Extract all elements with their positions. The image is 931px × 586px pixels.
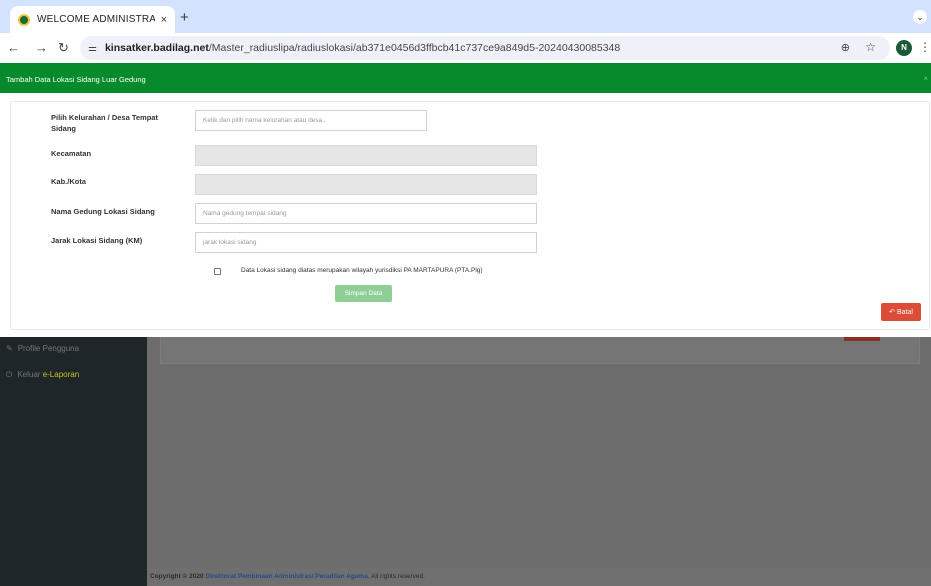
- label-jarak: Jarak Lokasi Sidang (KM): [51, 236, 143, 245]
- profile-avatar[interactable]: N: [896, 40, 912, 56]
- sidebar-item-label: Profile Pengguna: [17, 344, 80, 353]
- tab-search-chevron-icon[interactable]: ⌄: [913, 10, 927, 24]
- kecamatan-field: [195, 145, 537, 166]
- forward-arrow-icon[interactable]: →: [35, 40, 48, 55]
- tab-title: WELCOME ADMINISTRATOR: [37, 14, 155, 25]
- url-host: kinsatker.badilag.net: [104, 42, 209, 54]
- label-kecamatan: Kecamatan: [51, 149, 92, 158]
- modal-title: Tambah Data Lokasi Sidang Luar Gedung: [6, 75, 146, 84]
- footer-org-link[interactable]: Direktorat Pembinaan Administrasi Peradi…: [205, 573, 367, 580]
- yurisdiksi-checkbox[interactable]: [214, 268, 221, 275]
- modal-header: Tambah Data Lokasi Sidang Luar Gedung ×: [0, 63, 931, 93]
- tab-close-button[interactable]: ×: [161, 14, 167, 26]
- edit-icon: ✎: [6, 344, 13, 353]
- site-info-icon[interactable]: ⚌: [88, 43, 97, 54]
- undo-icon: ↶: [889, 309, 895, 316]
- page-footer: Copyright © 2020 Direktorat Pembinaan Ad…: [147, 568, 931, 586]
- reload-icon[interactable]: ↻: [58, 40, 69, 56]
- sidebar-item-label: Keluar: [17, 370, 43, 379]
- cancel-button-label: Batal: [896, 309, 913, 316]
- power-icon: ⏻: [6, 370, 13, 379]
- sidebar-item-logout[interactable]: ⏻ Keluar e-Laporan: [6, 370, 79, 380]
- label-kabkota: Kab./Kota: [51, 177, 87, 186]
- jarak-input[interactable]: [195, 232, 537, 253]
- url-omnibox[interactable]: ⚌ kinsatker.badilag.net/Master_radiuslip…: [80, 36, 890, 60]
- kelurahan-search-input[interactable]: [195, 110, 427, 131]
- modal-close-button[interactable]: ×: [923, 74, 928, 83]
- new-tab-button[interactable]: +: [180, 9, 189, 26]
- kabkota-field: [195, 174, 537, 195]
- footer-copyright: Copyright © 2020: [150, 573, 204, 580]
- save-button[interactable]: Simpan Data: [335, 285, 392, 302]
- browser-tab-bar: WELCOME ADMINISTRATOR × + ⌄: [0, 0, 931, 33]
- nama-gedung-input[interactable]: [195, 203, 537, 224]
- back-arrow-icon[interactable]: ←: [7, 40, 20, 55]
- label-nama-gedung: Nama Gedung Lokasi Sidang: [51, 207, 155, 216]
- bookmark-star-icon[interactable]: ☆: [865, 40, 876, 54]
- yurisdiksi-checkbox-label: Data Lokasi sidang diatas merupakan wila…: [241, 267, 483, 274]
- address-bar: ← → ↻ ⚌ kinsatker.badilag.net/Master_rad…: [0, 33, 931, 63]
- sidebar-item-profile[interactable]: ✎ Profile Pengguna: [6, 344, 79, 353]
- url-path: /Master_radiuslipa/radiuslokasi/ab371e04…: [208, 42, 621, 54]
- label-kelurahan: Pilih Kelurahan / Desa Tempat Sidang: [51, 113, 158, 133]
- cancel-button[interactable]: ↶ Batal: [881, 303, 921, 321]
- kebab-menu-icon[interactable]: ⋮: [919, 40, 931, 54]
- browser-tab[interactable]: WELCOME ADMINISTRATOR ×: [10, 6, 175, 33]
- sidebar-item-label-highlight: e-Laporan: [42, 370, 80, 379]
- footer-rights: . All rights reserved.: [367, 573, 425, 580]
- zoom-icon[interactable]: ⊕: [841, 41, 850, 54]
- favicon-icon: [18, 13, 30, 26]
